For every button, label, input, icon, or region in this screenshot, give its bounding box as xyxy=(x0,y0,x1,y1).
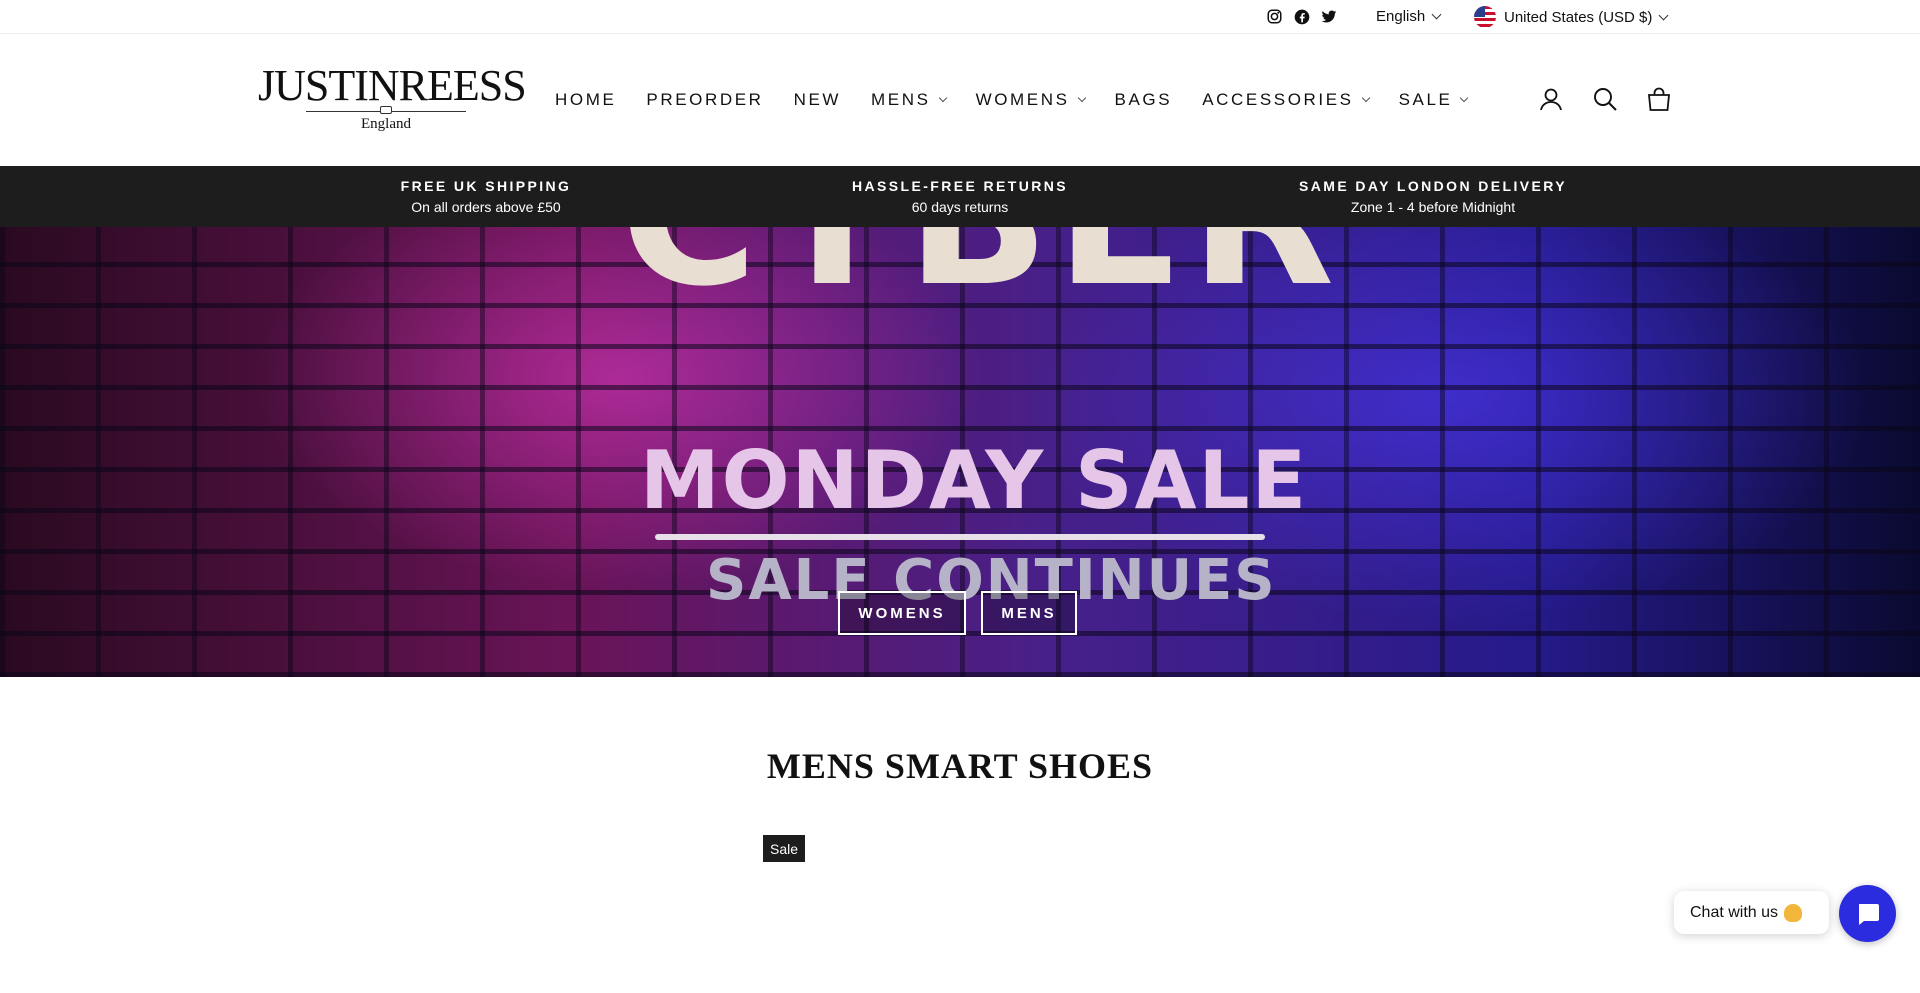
chat-icon xyxy=(1858,903,1879,925)
chevron-down-icon xyxy=(1460,93,1469,103)
chevron-down-icon xyxy=(1077,93,1086,103)
nav-item-accessories[interactable]: ACCESSORIES xyxy=(1202,90,1370,110)
site-logo[interactable]: JUSTINREESS England xyxy=(258,61,527,134)
language-label: English xyxy=(1376,8,1426,25)
instagram-icon[interactable] xyxy=(1266,8,1283,25)
logo-text: JUSTINREESS xyxy=(258,61,527,110)
nav-item-mens[interactable]: MENS xyxy=(871,90,947,110)
announcement-item: HASSLE-FREE RETURNS 60 days returns xyxy=(760,177,1160,217)
hero-divider xyxy=(655,534,1265,540)
announcement-subtitle: Zone 1 - 4 before Midnight xyxy=(1350,199,1516,215)
nav-label: ACCESSORIES xyxy=(1202,90,1354,109)
sale-badge: Sale xyxy=(763,835,805,862)
chat-bubble[interactable]: Chat with us xyxy=(1674,891,1829,934)
header-icons xyxy=(1538,86,1672,112)
site-header: JUSTINREESS England HOME PREORDER NEW ME… xyxy=(0,34,1920,166)
chat-launcher-button[interactable] xyxy=(1839,885,1896,942)
nav-label: BAGS xyxy=(1114,90,1173,109)
cart-icon[interactable] xyxy=(1646,86,1672,112)
account-icon[interactable] xyxy=(1538,86,1564,112)
chevron-down-icon xyxy=(1431,9,1442,20)
nav-item-home[interactable]: HOME xyxy=(555,90,616,110)
section-title: MENS SMART SHOES xyxy=(766,746,1154,786)
nav-item-new[interactable]: NEW xyxy=(794,90,841,110)
announcement-item: FREE UK SHIPPING On all orders above £50 xyxy=(286,177,686,217)
us-flag-icon xyxy=(1474,6,1496,28)
hero-banner: CYBER MONDAY SALE SALE CONTINUES WOMENS … xyxy=(0,227,1920,677)
main-nav: HOME PREORDER NEW MENS WOMENS BAGS ACCES… xyxy=(555,90,1497,110)
logo-crest-icon xyxy=(380,106,392,114)
chevron-down-icon xyxy=(1361,93,1370,103)
nav-item-preorder[interactable]: PREORDER xyxy=(646,90,763,110)
nav-label: HOME xyxy=(555,90,617,109)
chat-label: Chat with us xyxy=(1690,903,1779,921)
announcement-item: SAME DAY LONDON DELIVERY Zone 1 - 4 befo… xyxy=(1233,177,1633,217)
announcement-title: FREE UK SHIPPING xyxy=(400,178,572,194)
nav-label: NEW xyxy=(793,90,842,109)
hero-headline-cyber: CYBER xyxy=(620,227,1341,313)
waving-hand-icon xyxy=(1784,903,1803,922)
logo-subtitle: England xyxy=(361,116,411,132)
social-links xyxy=(1266,8,1337,25)
nav-label: WOMENS xyxy=(975,90,1070,109)
language-selector[interactable]: English xyxy=(1376,8,1442,25)
announcement-subtitle: On all orders above £50 xyxy=(411,199,561,215)
top-utility-bar: English United States (USD $) xyxy=(0,0,1920,34)
womens-button[interactable]: WOMENS xyxy=(838,591,966,635)
nav-label: SALE xyxy=(1398,90,1453,109)
mens-button[interactable]: MENS xyxy=(981,591,1077,635)
nav-item-sale[interactable]: SALE xyxy=(1398,90,1469,110)
nav-item-bags[interactable]: BAGS xyxy=(1115,90,1173,110)
chevron-down-icon xyxy=(1658,10,1669,20)
currency-selector[interactable]: United States (USD $) xyxy=(1474,6,1669,28)
announcement-title: HASSLE-FREE RETURNS xyxy=(852,178,1068,194)
currency-label: United States (USD $) xyxy=(1504,8,1653,26)
chevron-down-icon xyxy=(938,93,947,103)
announcement-bar: FREE UK SHIPPING On all orders above £50… xyxy=(0,166,1920,227)
announcement-subtitle: 60 days returns xyxy=(911,199,1009,215)
nav-item-womens[interactable]: WOMENS xyxy=(975,90,1086,110)
nav-label: MENS xyxy=(871,90,931,109)
hero-headline-monday-sale: MONDAY SALE xyxy=(640,434,1309,527)
facebook-icon[interactable] xyxy=(1293,8,1310,25)
nav-label: PREORDER xyxy=(646,90,764,109)
search-icon[interactable] xyxy=(1592,86,1618,112)
twitter-icon[interactable] xyxy=(1320,8,1337,25)
announcement-title: SAME DAY LONDON DELIVERY xyxy=(1299,178,1567,194)
